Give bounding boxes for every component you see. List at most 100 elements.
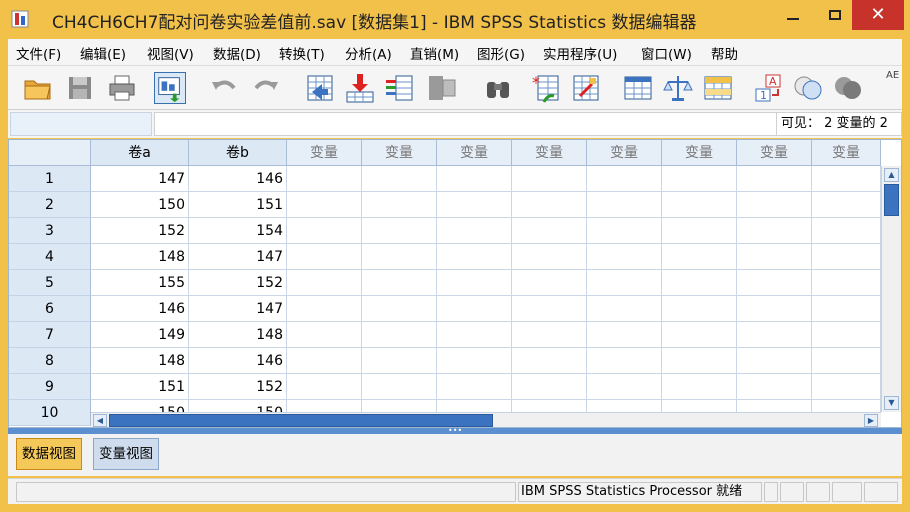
grid-corner[interactable]: [9, 140, 91, 166]
column-header-empty[interactable]: 变量: [737, 140, 812, 166]
cell-empty[interactable]: [287, 166, 362, 192]
undo-icon[interactable]: [208, 72, 240, 104]
cell-empty[interactable]: [812, 192, 881, 218]
scroll-up-arrow-icon[interactable]: ▲: [884, 168, 899, 182]
cell-empty[interactable]: [737, 348, 812, 374]
recall-dialog-icon[interactable]: [154, 72, 186, 104]
vertical-scrollbar[interactable]: ▲ ▼: [881, 166, 901, 412]
menu-help[interactable]: 帮助: [711, 43, 738, 63]
cell-empty[interactable]: [287, 244, 362, 270]
cell-empty[interactable]: [362, 244, 437, 270]
menu-file[interactable]: 文件(F): [16, 43, 61, 63]
scroll-down-arrow-icon[interactable]: ▼: [884, 396, 899, 410]
cell-juan-b[interactable]: 146: [189, 348, 287, 374]
row-header[interactable]: 5: [9, 270, 91, 296]
cell-empty[interactable]: [662, 322, 737, 348]
cell-empty[interactable]: [287, 374, 362, 400]
horizontal-scrollbar[interactable]: ◀ ▶: [91, 412, 881, 427]
row-header[interactable]: 10: [9, 400, 91, 426]
column-header-empty[interactable]: 变量: [512, 140, 587, 166]
cell-empty[interactable]: [812, 270, 881, 296]
scroll-right-arrow-icon[interactable]: ▶: [864, 414, 878, 427]
cell-juan-b[interactable]: 148: [189, 322, 287, 348]
cell-empty[interactable]: [587, 374, 662, 400]
row-header[interactable]: 1: [9, 166, 91, 192]
menu-graphs[interactable]: 图形(G): [477, 43, 525, 63]
cell-empty[interactable]: [737, 374, 812, 400]
redo-icon[interactable]: [250, 72, 282, 104]
weight-cases-icon[interactable]: [662, 72, 694, 104]
use-sets-icon[interactable]: [792, 72, 824, 104]
menu-transform[interactable]: 转换(T): [279, 43, 325, 63]
row-header[interactable]: 4: [9, 244, 91, 270]
cell-empty[interactable]: [812, 322, 881, 348]
cell-empty[interactable]: [662, 218, 737, 244]
cell-juan-b[interactable]: 152: [189, 270, 287, 296]
row-header[interactable]: 8: [9, 348, 91, 374]
cell-empty[interactable]: [587, 166, 662, 192]
menu-direct-marketing[interactable]: 直销(M): [410, 43, 459, 63]
cell-juan-b[interactable]: 147: [189, 244, 287, 270]
cell-empty[interactable]: [512, 348, 587, 374]
cell-empty[interactable]: [662, 244, 737, 270]
cell-empty[interactable]: [362, 218, 437, 244]
cell-empty[interactable]: [287, 296, 362, 322]
cell-empty[interactable]: [512, 322, 587, 348]
save-icon[interactable]: [64, 72, 96, 104]
cell-juan-a[interactable]: 149: [91, 322, 189, 348]
cell-juan-a[interactable]: 152: [91, 218, 189, 244]
cell-juan-b[interactable]: 152: [189, 374, 287, 400]
cell-juan-a[interactable]: 148: [91, 244, 189, 270]
split-file-icon[interactable]: [622, 72, 654, 104]
column-header-empty[interactable]: 变量: [587, 140, 662, 166]
cell-empty[interactable]: [362, 374, 437, 400]
tab-variable-view[interactable]: 变量视图: [93, 438, 159, 470]
menu-analyze[interactable]: 分析(A): [345, 43, 392, 63]
cell-empty[interactable]: [437, 296, 512, 322]
cell-empty[interactable]: [512, 244, 587, 270]
cell-empty[interactable]: [812, 348, 881, 374]
cell-empty[interactable]: [587, 218, 662, 244]
column-header-empty[interactable]: 变量: [812, 140, 881, 166]
tab-data-view[interactable]: 数据视图: [16, 438, 82, 470]
cell-juan-a[interactable]: 151: [91, 374, 189, 400]
cell-empty[interactable]: [287, 192, 362, 218]
cell-empty[interactable]: [512, 270, 587, 296]
column-header-empty[interactable]: 变量: [437, 140, 512, 166]
cell-juan-a[interactable]: 146: [91, 296, 189, 322]
cell-empty[interactable]: [362, 270, 437, 296]
row-header[interactable]: 7: [9, 322, 91, 348]
cell-empty[interactable]: [662, 296, 737, 322]
cell-empty[interactable]: [512, 296, 587, 322]
menu-view[interactable]: 视图(V): [147, 43, 194, 63]
cell-empty[interactable]: [587, 322, 662, 348]
cell-empty[interactable]: [812, 244, 881, 270]
menu-data[interactable]: 数据(D): [213, 43, 261, 63]
cell-empty[interactable]: [437, 374, 512, 400]
cell-empty[interactable]: [362, 348, 437, 374]
cell-empty[interactable]: [587, 296, 662, 322]
horizontal-scroll-thumb[interactable]: [109, 414, 493, 427]
cell-juan-b[interactable]: 147: [189, 296, 287, 322]
open-folder-icon[interactable]: [22, 72, 54, 104]
cell-empty[interactable]: [437, 192, 512, 218]
cell-empty[interactable]: [437, 218, 512, 244]
cell-empty[interactable]: [287, 270, 362, 296]
cell-empty[interactable]: [737, 218, 812, 244]
cell-empty[interactable]: [587, 244, 662, 270]
cell-empty[interactable]: [662, 374, 737, 400]
cell-juan-a[interactable]: 150: [91, 192, 189, 218]
toolbar-overflow-label[interactable]: AE: [886, 70, 899, 81]
menu-window[interactable]: 窗口(W): [641, 43, 692, 63]
column-header-juan-b[interactable]: 卷b: [189, 140, 287, 166]
goto-case-icon[interactable]: [304, 72, 336, 104]
value-labels-icon[interactable]: A 1: [752, 72, 784, 104]
cell-juan-a[interactable]: 147: [91, 166, 189, 192]
show-all-icon[interactable]: [832, 72, 864, 104]
cell-empty[interactable]: [737, 192, 812, 218]
cell-name-box[interactable]: [10, 112, 152, 136]
cell-juan-a[interactable]: 148: [91, 348, 189, 374]
cell-empty[interactable]: [587, 348, 662, 374]
vertical-scroll-thumb[interactable]: [884, 184, 899, 216]
goto-variable-icon[interactable]: [344, 72, 376, 104]
